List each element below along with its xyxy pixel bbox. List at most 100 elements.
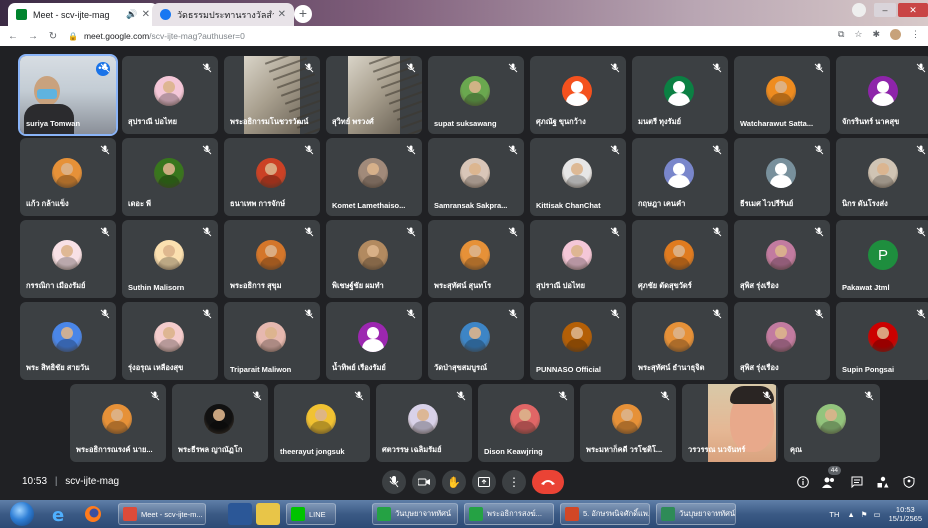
- close-tab-icon[interactable]: ✕: [142, 9, 150, 20]
- url-field[interactable]: 🔒 meet.google.com /scv-ijte-mag?authuser…: [68, 31, 245, 41]
- participant-tile[interactable]: วัดป่าสุขสมบูรณ์: [428, 302, 524, 380]
- share-icon[interactable]: ⧉: [838, 29, 844, 40]
- close-window-icon[interactable]: ✕: [898, 3, 928, 17]
- participant-tile[interactable]: Suthin Malisorn: [122, 220, 218, 298]
- participant-tile[interactable]: theerayut jongsuk: [274, 384, 370, 462]
- participant-tile[interactable]: นิกร ดันโรงส่ง: [836, 138, 928, 216]
- more-vert-icon[interactable]: ⋮: [911, 29, 920, 40]
- taskbar-task-button[interactable]: Meet - scv-ijte-m...: [118, 503, 206, 525]
- participant-tile[interactable]: ศุภชัย ตัดสุขวัดร์: [632, 220, 728, 298]
- leave-call-button[interactable]: [532, 470, 564, 494]
- avatar: [510, 404, 540, 434]
- taskbar-task-button[interactable]: 5. อักษรพนิจศักดิ์แพ...: [560, 503, 650, 525]
- participant-name: PUNNASO Official: [536, 365, 602, 374]
- participant-tile[interactable]: กรรณิกา เมืองรัมย์: [20, 220, 116, 298]
- meeting-info-button[interactable]: [794, 473, 812, 491]
- taskbar-task-button[interactable]: วันบุษยาจาททัศน์: [372, 503, 458, 525]
- reload-icon[interactable]: ↻: [46, 31, 60, 42]
- camera-button[interactable]: [412, 470, 436, 494]
- participant-tile[interactable]: Dison Keawjring: [478, 384, 574, 462]
- forward-icon[interactable]: →: [26, 31, 40, 42]
- participant-tile[interactable]: ศตวรรษ เฉลิมรัมย์: [376, 384, 472, 462]
- participant-tile[interactable]: สุปราณี ปอไทย: [122, 56, 218, 134]
- extensions-icon[interactable]: ✱: [872, 29, 880, 40]
- folder-icon[interactable]: [256, 503, 280, 525]
- participant-tile[interactable]: พระอธิการมโนชวรวัฒน์: [224, 56, 320, 134]
- participant-tile[interactable]: วรวรรณ นวจันทร์: [682, 384, 778, 462]
- participant-tile[interactable]: พระมหาก็คดี วรโชติโ...: [580, 384, 676, 462]
- hangup-icon: [541, 480, 555, 485]
- participant-tile[interactable]: Watcharawut Satta...: [734, 56, 830, 134]
- participant-tile[interactable]: P Pakawat Jtml: [836, 220, 928, 298]
- muted-mic-icon: [712, 306, 722, 319]
- muted-mic-icon: [252, 388, 262, 401]
- participant-tile[interactable]: ••• suriya Tomwan: [18, 54, 118, 136]
- participant-tile[interactable]: มนตรี ทุงรัมย์: [632, 56, 728, 134]
- participant-name: สุพิส รุ่งเรือง: [740, 281, 779, 290]
- participant-tile[interactable]: Komet Lamethaiso...: [326, 138, 422, 216]
- muted-mic-icon: [610, 60, 620, 73]
- participant-tile[interactable]: สุปราณี ปอไทย: [530, 220, 626, 298]
- participant-tile[interactable]: พระสุทัศน์ สุนทโร: [428, 220, 524, 298]
- host-controls-icon: [903, 476, 915, 488]
- profile-avatar[interactable]: [890, 29, 901, 40]
- start-button[interactable]: [10, 502, 34, 526]
- chat-button[interactable]: [848, 473, 866, 491]
- participant-tile[interactable]: สุพิส รุ่งเรือง: [734, 220, 830, 298]
- bookmark-star-icon[interactable]: ☆: [854, 29, 862, 40]
- participant-tile[interactable]: แก้ว กล้าแข็ง: [20, 138, 116, 216]
- participant-tile[interactable]: จักรรินทร์ นาคสุข: [836, 56, 928, 134]
- muted-mic-icon: [712, 142, 722, 155]
- participant-tile[interactable]: รุ่งอรุณ เหลืองสุข: [122, 302, 218, 380]
- participant-tile[interactable]: Kittisak ChanChat: [530, 138, 626, 216]
- tray-arrow-icon[interactable]: ▲: [847, 510, 854, 519]
- participant-tile[interactable]: พระอธิการณรงค์ นาย...: [70, 384, 166, 462]
- participant-name: นิกร ดันโรงส่ง: [842, 199, 888, 208]
- taskbar-task-button[interactable]: พระอธิการสงฆ์...: [464, 503, 554, 525]
- participant-tile[interactable]: ธีรเมศ ไวปรีรันย์: [734, 138, 830, 216]
- app-icon[interactable]: [228, 503, 252, 525]
- participant-tile[interactable]: ธนาเทพ การจักษ์: [224, 138, 320, 216]
- language-indicator[interactable]: TH: [829, 510, 839, 519]
- tab-audio-icon[interactable]: 🔊: [126, 9, 137, 20]
- participant-tile[interactable]: Samransak Sakpra...: [428, 138, 524, 216]
- participant-tile[interactable]: สุวิทย์ พรวงศ์: [326, 56, 422, 134]
- present-button[interactable]: [472, 470, 496, 494]
- participant-tile[interactable]: PUNNASO Official: [530, 302, 626, 380]
- tab-meet[interactable]: Meet - scv-ijte-mag 🔊 ✕: [8, 3, 158, 26]
- flag-icon[interactable]: ⚑: [861, 510, 868, 519]
- clock[interactable]: 10:53 15/1/2565: [889, 505, 922, 523]
- participant-tile[interactable]: พระสุทัศน์ ธำนาธุจิต: [632, 302, 728, 380]
- new-tab-button[interactable]: +: [294, 5, 312, 23]
- taskbar-task-button[interactable]: วันบุษยาจาททัศน์: [656, 503, 736, 525]
- participant-tile[interactable]: สุพิส รุ่งเรือง: [734, 302, 830, 380]
- back-icon[interactable]: ←: [6, 31, 20, 42]
- activities-button[interactable]: [874, 473, 892, 491]
- tab-facebook[interactable]: วัดธรรมประทานรางวัลสำนักงานพระพุทธศาสนาแ…: [152, 3, 294, 26]
- close-tab-icon[interactable]: ✕: [278, 9, 286, 20]
- ie-icon[interactable]: e: [48, 503, 72, 526]
- participant-tile[interactable]: กฤษฎา เคนคำ: [632, 138, 728, 216]
- raise-hand-button[interactable]: ✋: [442, 470, 466, 494]
- participant-tile[interactable]: Triparait Maliwon: [224, 302, 320, 380]
- minimize-icon[interactable]: –: [874, 3, 896, 17]
- participant-tile[interactable]: เดอะ พี: [122, 138, 218, 216]
- muted-mic-icon: [916, 306, 926, 319]
- participant-tile[interactable]: Supin Pongsai: [836, 302, 928, 380]
- participant-tile[interactable]: พิเชษฐ์ชัย ผมทำ: [326, 220, 422, 298]
- participant-tile[interactable]: ศุภณัฐ ขุนกว้าง: [530, 56, 626, 134]
- taskbar-task-button[interactable]: LINE: [286, 503, 336, 525]
- participant-tile[interactable]: พระ สิทธิชัย สายวัน: [20, 302, 116, 380]
- participant-tile[interactable]: พระอธิการ สุขุม: [224, 220, 320, 298]
- firefox-icon[interactable]: [82, 503, 106, 525]
- more-options-button[interactable]: ⋮: [502, 470, 526, 494]
- participant-tile[interactable]: น้ำทิพย์ เรืองรัมย์: [326, 302, 422, 380]
- network-icon[interactable]: ▭: [874, 510, 881, 519]
- chevron-down-icon[interactable]: [852, 3, 866, 17]
- mic-button[interactable]: [382, 470, 406, 494]
- participant-tile[interactable]: คุณ: [784, 384, 880, 462]
- host-controls-button[interactable]: [900, 473, 918, 491]
- participant-tile[interactable]: supat suksawang: [428, 56, 524, 134]
- participant-tile[interactable]: พระธีรพล ญาณัฏโก: [172, 384, 268, 462]
- people-button[interactable]: 44: [820, 466, 841, 491]
